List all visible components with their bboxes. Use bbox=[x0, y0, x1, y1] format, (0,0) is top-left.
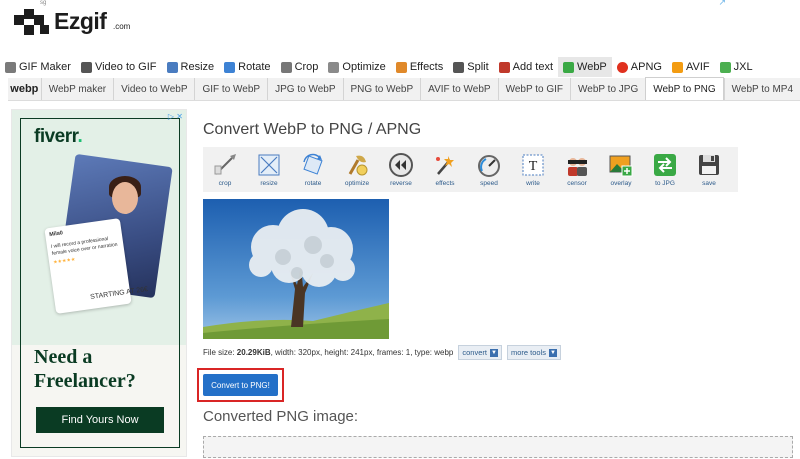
rotate-icon bbox=[224, 61, 236, 73]
add-text-icon bbox=[498, 61, 510, 73]
optimize-icon bbox=[328, 61, 340, 73]
subnav-jpg-to-webp[interactable]: JPG to WebP bbox=[267, 78, 342, 100]
fiverr-logo: fiverr. bbox=[34, 126, 83, 147]
subnav-png-to-webp[interactable]: PNG to WebP bbox=[342, 78, 421, 100]
crop-icon bbox=[280, 61, 292, 73]
svg-text:T: T bbox=[529, 159, 538, 174]
tool-optimize[interactable]: optimize bbox=[335, 147, 379, 192]
nav-add-text[interactable]: Add text bbox=[494, 57, 558, 77]
ad-headline: Need a Freelancer? bbox=[34, 346, 136, 392]
more-tools-button[interactable]: more tools ▼ bbox=[506, 345, 561, 360]
nav-effects[interactable]: Effects bbox=[391, 57, 448, 77]
sub-nav: webp WebP maker Video to WebP GIF to Web… bbox=[8, 77, 800, 101]
subnav-webp-to-png[interactable]: WebP to PNG bbox=[645, 77, 724, 100]
fiverr-ad[interactable]: Mila0 I will record a professional femal… bbox=[11, 109, 187, 457]
chevron-down-icon: ▼ bbox=[549, 348, 557, 357]
subnav-avif-to-webp[interactable]: AVIF to WebP bbox=[420, 78, 497, 100]
speed-tool-icon bbox=[478, 155, 500, 177]
reverse-tool-icon bbox=[389, 153, 413, 177]
tool-resize[interactable]: resize bbox=[247, 147, 291, 192]
chevron-down-icon: ▼ bbox=[489, 348, 498, 357]
nav-jxl[interactable]: JXL bbox=[715, 57, 758, 77]
tool-speed[interactable]: speed bbox=[467, 147, 511, 192]
tool-write[interactable]: T write bbox=[511, 147, 555, 192]
tool-censor[interactable]: censor bbox=[555, 147, 599, 192]
convert-to-png-button[interactable]: Convert to PNG! bbox=[203, 374, 278, 396]
tool-toolbar: crop resize rotate optimize reverse effe… bbox=[203, 147, 738, 192]
ezgif-logo-icon[interactable] bbox=[14, 9, 50, 35]
main-nav: GIF Maker Video to GIF Resize Rotate Cro… bbox=[0, 57, 800, 77]
nav-crop[interactable]: Crop bbox=[276, 57, 324, 77]
header-tiny-mark: sg bbox=[40, 0, 47, 6]
logo-tld: .com bbox=[113, 22, 131, 31]
optimize-tool-icon bbox=[348, 155, 368, 176]
nav-video-to-gif[interactable]: Video to GIF bbox=[76, 57, 162, 77]
subnav-video-to-webp[interactable]: Video to WebP bbox=[113, 78, 194, 100]
webp-icon bbox=[563, 61, 575, 73]
video-to-gif-icon bbox=[80, 61, 92, 73]
subnav-webp-to-gif[interactable]: WebP to GIF bbox=[497, 78, 570, 100]
apng-icon bbox=[616, 61, 628, 73]
nav-gif-maker[interactable]: GIF Maker bbox=[0, 57, 76, 77]
crop-tool-icon bbox=[214, 154, 236, 175]
nav-apng[interactable]: APNG bbox=[612, 57, 667, 77]
ad-choices-icon[interactable]: ▷ ✕ bbox=[168, 112, 183, 121]
tool-reverse[interactable]: reverse bbox=[379, 147, 423, 192]
webp-sub-logo[interactable]: webp bbox=[8, 78, 41, 100]
effects-tool-icon bbox=[436, 156, 454, 175]
split-icon bbox=[453, 61, 465, 73]
resize-icon bbox=[166, 61, 178, 73]
ad-cta-button[interactable]: Find Yours Now bbox=[36, 407, 164, 433]
jxl-icon bbox=[719, 61, 731, 73]
to-jpg-tool-icon bbox=[654, 154, 676, 176]
subnav-gif-to-webp[interactable]: GIF to WebP bbox=[194, 78, 267, 100]
subnav-webp-to-jpg[interactable]: WebP to JPG bbox=[570, 78, 645, 100]
file-size: 20.29KiB bbox=[236, 348, 271, 357]
image-preview bbox=[203, 199, 389, 339]
nav-split[interactable]: Split bbox=[448, 57, 493, 77]
tool-to-jpg[interactable]: to JPG bbox=[643, 147, 687, 192]
convert-link-button[interactable]: convert ▼ bbox=[458, 345, 502, 360]
tool-overlay[interactable]: overlay bbox=[599, 147, 643, 192]
ad-frame bbox=[20, 118, 180, 448]
tool-crop[interactable]: crop bbox=[203, 147, 247, 192]
avif-icon bbox=[671, 61, 683, 73]
nav-resize[interactable]: Resize bbox=[162, 57, 220, 77]
tool-rotate[interactable]: rotate bbox=[291, 147, 335, 192]
resize-tool-icon bbox=[258, 154, 280, 176]
ad-corner-icon[interactable]: ↗ bbox=[718, 0, 726, 8]
subnav-webp-to-mp4[interactable]: WebP to MP4 bbox=[723, 78, 800, 100]
converted-title: Converted PNG image: bbox=[203, 408, 359, 425]
censor-tool-icon bbox=[568, 158, 587, 176]
effects-icon bbox=[395, 61, 407, 73]
page-title: Convert WebP to PNG / APNG bbox=[203, 121, 422, 138]
nav-webp[interactable]: WebP bbox=[558, 57, 612, 77]
overlay-tool-icon bbox=[609, 155, 633, 177]
converted-result-area bbox=[203, 436, 793, 458]
file-info: File size: 20.29KiB, width: 320px, heigh… bbox=[203, 345, 561, 360]
rotate-tool-icon bbox=[303, 153, 323, 175]
logo-text[interactable]: Ezgif bbox=[54, 8, 107, 35]
nav-optimize[interactable]: Optimize bbox=[323, 57, 390, 77]
tool-effects[interactable]: effects bbox=[423, 147, 467, 192]
gif-maker-icon bbox=[5, 61, 16, 73]
nav-rotate[interactable]: Rotate bbox=[219, 57, 275, 77]
subnav-webp-maker[interactable]: WebP maker bbox=[40, 78, 113, 100]
write-tool-icon: T bbox=[522, 154, 544, 176]
save-tool-icon bbox=[699, 155, 719, 175]
nav-avif[interactable]: AVIF bbox=[667, 57, 715, 77]
tool-save[interactable]: save bbox=[687, 147, 731, 192]
